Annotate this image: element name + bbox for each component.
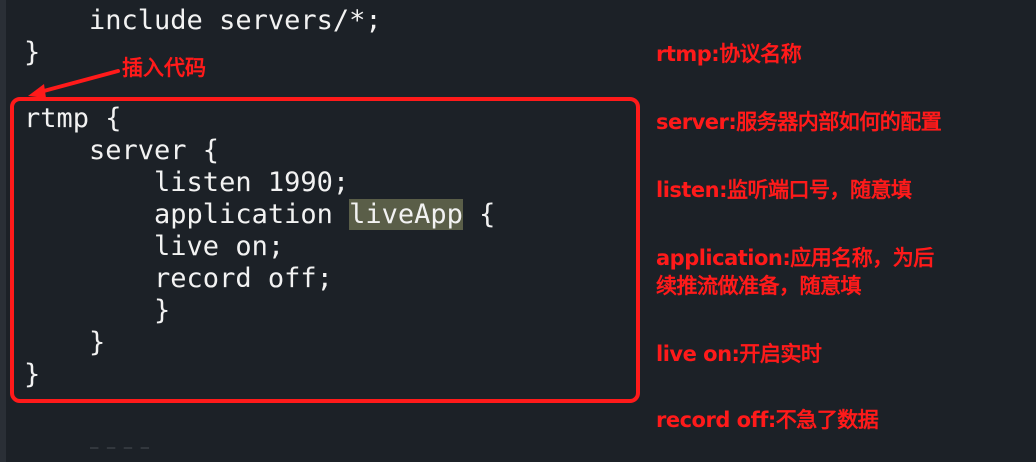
note-record-off: record off:不急了数据 <box>656 408 879 432</box>
note-rtmp: rtmp:协议名称 <box>656 42 802 66</box>
note-application: application:应用名称，为后 续推流做准备，随意填 <box>656 246 934 298</box>
note-listen: listen:监听端口号，随意填 <box>656 178 912 202</box>
note-live-on: live on:开启实时 <box>656 342 822 366</box>
note-server: server:服务器内部如何的配置 <box>656 110 942 134</box>
callout-label: 插入代码 <box>122 56 206 80</box>
